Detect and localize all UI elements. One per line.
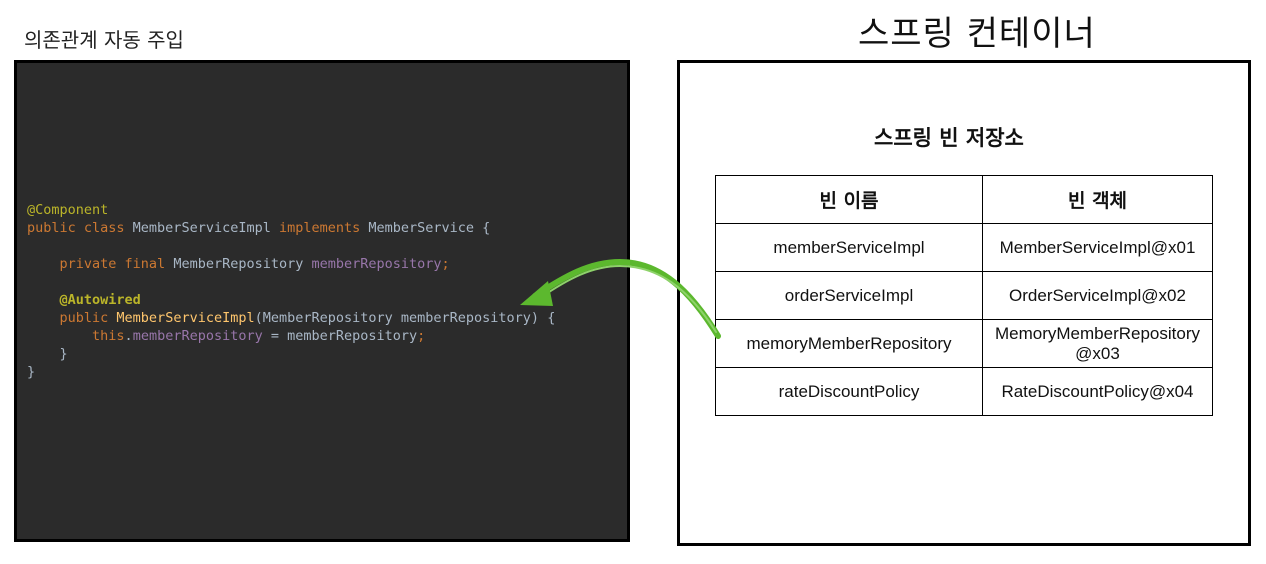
arrow-head	[520, 281, 553, 306]
green-arrow-icon	[520, 258, 721, 339]
